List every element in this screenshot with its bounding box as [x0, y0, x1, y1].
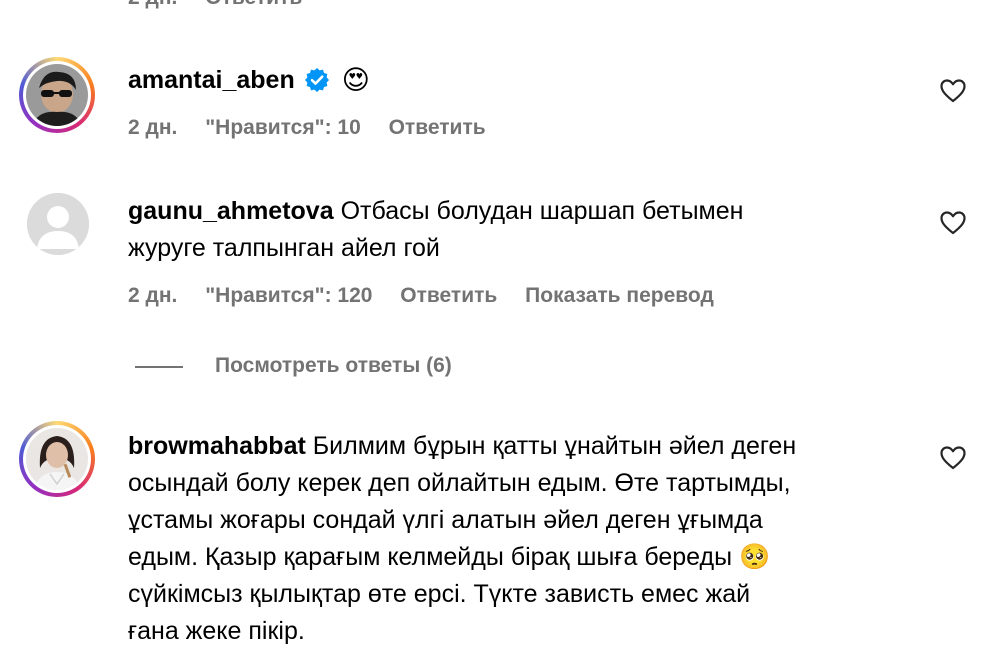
comment-body-browmahabbat: browmahabbat Билмим бұрын қатты ұнайтын … [128, 428, 928, 650]
comment-username[interactable]: gaunu_ahmetova [128, 197, 334, 225]
comment-text: 😍 [341, 64, 370, 96]
comment-text-line-4: едым. Қазыр қарағым келмейды бірақ шыға … [128, 543, 771, 571]
comment-text-line-2: журуге талпынган айел гой [128, 234, 440, 262]
comment-username[interactable]: amantai_aben [128, 62, 295, 99]
default-user-icon[interactable] [27, 193, 89, 255]
comment-text-line-5: сүйкімсыз қылықтар өте ерсі. Түкте завис… [128, 580, 751, 608]
likes-count-button[interactable]: "Нравится": 10 [205, 116, 361, 139]
avatar-photo [26, 64, 88, 126]
comment-meta-gaunu-ahmetova: 2 дн. "Нравится": 120 Ответить Показать … [128, 284, 714, 308]
comment-body-gaunu-ahmetova: gaunu_ahmetova Отбасы болудан шаршап бет… [128, 193, 908, 267]
view-replies-button[interactable]: Посмотреть ответы (6) [215, 354, 452, 378]
comment-time: 2 дн. [128, 116, 178, 139]
top-comment-meta: 2 дн. Ответить [128, 0, 302, 10]
comment-text-line-1: Отбасы болудан шаршап бетымен [340, 197, 744, 225]
heart-outline-icon[interactable] [940, 211, 966, 235]
comment-username[interactable]: browmahabbat [128, 432, 306, 460]
likes-count-button[interactable]: "Нравится": 120 [205, 284, 372, 307]
avatar-photo [26, 428, 88, 490]
verified-badge-icon [304, 67, 330, 93]
avatar-amantai-aben[interactable] [19, 57, 95, 133]
comment-text-line-1: Билмим бұрын қатты ұнайтын әйел деген [312, 432, 797, 460]
heart-outline-icon[interactable] [940, 446, 966, 470]
top-comment-time: 2 дн. [128, 0, 177, 9]
reply-button[interactable]: Ответить [389, 116, 486, 139]
comment-text-line-3: ұстамы жоғары сондай үлгі алатын әйел де… [128, 506, 763, 534]
comment-text-line-2: осындай болу керек деп ойлайтын едым. Өт… [128, 469, 791, 497]
reply-button[interactable]: Ответить [400, 284, 497, 307]
show-translation-button[interactable]: Показать перевод [525, 284, 714, 307]
comment-text-line-6: ғана жеке пікір. [128, 617, 305, 645]
avatar-browmahabbat[interactable] [19, 421, 95, 497]
replies-divider [135, 366, 183, 368]
top-comment-reply-button[interactable]: Ответить [205, 0, 302, 9]
comment-time: 2 дн. [128, 284, 178, 307]
heart-outline-icon[interactable] [940, 79, 966, 103]
comment-meta-amantai-aben: 2 дн. "Нравится": 10 Ответить [128, 116, 486, 140]
comment-row-amantai-aben: amantai_aben 😍 [128, 60, 370, 100]
